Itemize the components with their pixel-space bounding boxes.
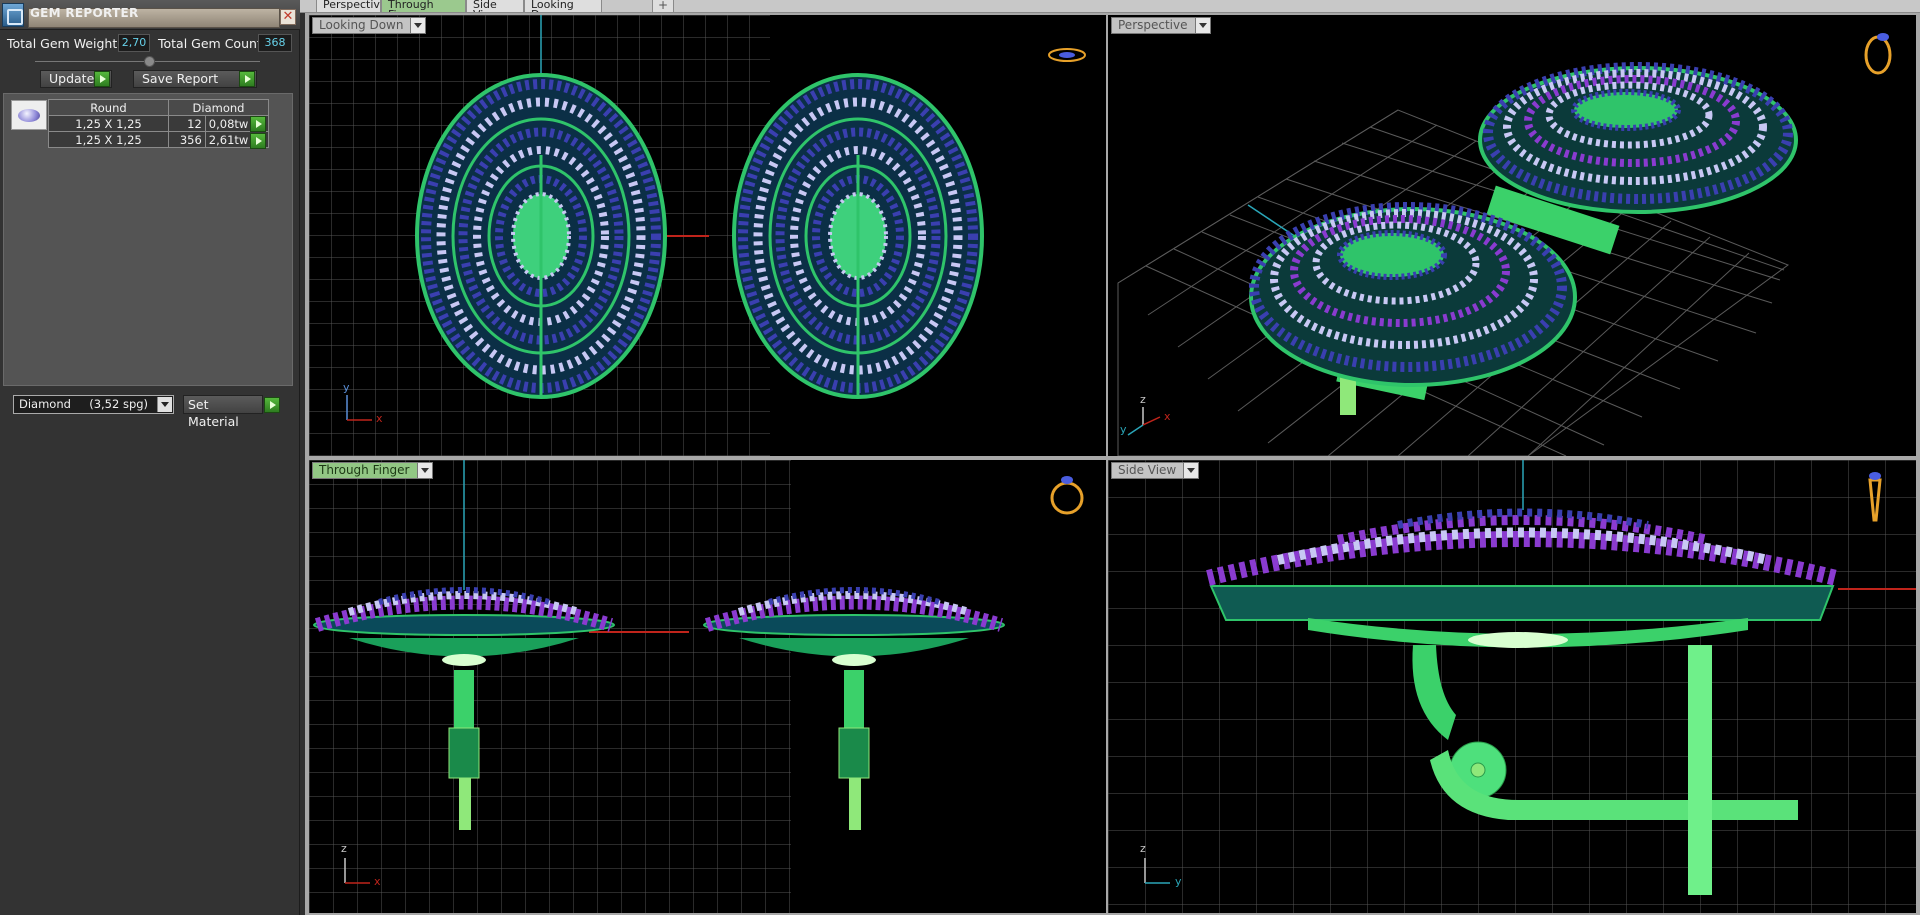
- viewport-label-perspective[interactable]: Perspective: [1111, 17, 1211, 34]
- app-window: GEM REPORTER ✕ Total Gem Weight 2,70 Tot…: [0, 0, 1920, 915]
- save-report-button[interactable]: Save Report: [133, 70, 257, 88]
- total-gem-count-label: Total Gem Count: [158, 36, 262, 51]
- save-report-button-label: Save Report: [142, 71, 219, 86]
- viewport-label-looking-down[interactable]: Looking Down: [312, 17, 427, 34]
- round-gem-icon: [11, 100, 47, 130]
- set-material-button[interactable]: Set Material: [183, 395, 280, 429]
- total-gem-weight-value: 2,70: [118, 34, 150, 52]
- update-button-label: Update: [49, 71, 95, 86]
- tab-perspective[interactable]: Perspective: [316, 0, 381, 13]
- gem-table: Round Diamond 1,25 X 1,25 12 0,08tw 1,25…: [48, 99, 270, 148]
- looking-down-scene: [309, 15, 1086, 456]
- table-row[interactable]: 1,25 X 1,25 356 2,61tw: [48, 131, 270, 148]
- chevron-down-icon[interactable]: [157, 397, 172, 412]
- gem-size: 1,25 X 1,25: [48, 115, 169, 132]
- tab-through-finger[interactable]: Through Finger: [381, 0, 466, 13]
- total-gem-weight-label: Total Gem Weight: [7, 36, 118, 51]
- through-finger-scene: [309, 460, 1084, 913]
- viewport-perspective[interactable]: z x y Perspective: [1108, 15, 1916, 456]
- header-diamond: Diamond: [168, 99, 269, 116]
- earring-left: [415, 73, 667, 399]
- ring-perspective-icon: [1864, 35, 1892, 75]
- gem-reporter-panel: GEM REPORTER ✕ Total Gem Weight 2,70 Tot…: [0, 0, 300, 915]
- perspective-scene: [1117, 33, 1892, 456]
- gem-reporter-icon: [2, 3, 24, 27]
- panel-titlebar[interactable]: GEM REPORTER ✕: [0, 0, 300, 30]
- viewport-label-text: Through Finger: [319, 463, 410, 477]
- viewport-side-view[interactable]: z y Side View: [1108, 460, 1916, 913]
- axis-label-y: y: [1120, 423, 1127, 436]
- gem-count: 356: [168, 131, 206, 148]
- stats-row: Total Gem Weight 2,70 Total Gem Count 36…: [0, 34, 300, 54]
- gem-count: 12: [168, 115, 206, 132]
- panel-title: GEM REPORTER: [30, 6, 139, 20]
- table-row[interactable]: 1,25 X 1,25 12 0,08tw: [48, 115, 270, 132]
- header-round: Round: [48, 99, 169, 116]
- viewport-label-side-view[interactable]: Side View: [1111, 462, 1200, 479]
- tab-looking-down[interactable]: Looking Down: [524, 0, 602, 13]
- viewport-label-through-finger[interactable]: Through Finger: [312, 462, 433, 479]
- viewport-area: y x Looking Down z x y Perspective z x T…: [305, 13, 1920, 915]
- set-material-button-label: Set Material: [188, 397, 239, 429]
- add-tab-icon[interactable]: +: [652, 0, 674, 13]
- update-button[interactable]: Update: [40, 70, 112, 88]
- axis-label-y: y: [343, 381, 350, 394]
- viewport-label-text: Side View: [1118, 463, 1177, 477]
- gem-size: 1,25 X 1,25: [48, 131, 169, 148]
- row-select-arrow-icon[interactable]: [250, 116, 266, 132]
- viewport-looking-down[interactable]: y x Looking Down: [309, 15, 1106, 456]
- tab-side-view[interactable]: Side View: [466, 0, 524, 13]
- gem-report-list: Round Diamond 1,25 X 1,25 12 0,08tw 1,25…: [3, 93, 293, 386]
- play-icon: [239, 71, 255, 87]
- total-gem-count-value: 368: [258, 34, 292, 52]
- material-select[interactable]: Diamond (3,52 spg): [13, 395, 174, 414]
- viewport-label-text: Looking Down: [319, 18, 404, 32]
- earring-front: [1249, 202, 1577, 415]
- splitter-handle[interactable]: [144, 56, 155, 67]
- chevron-down-icon[interactable]: [1183, 463, 1199, 478]
- row-select-arrow-icon[interactable]: [250, 133, 266, 149]
- axis-label-z: z: [1140, 842, 1146, 855]
- axis-label-z: z: [1140, 393, 1146, 406]
- axis-label-y: y: [1175, 875, 1182, 888]
- viewport-label-text: Perspective: [1118, 18, 1188, 32]
- chevron-down-icon[interactable]: [410, 18, 426, 33]
- earring-back: [1478, 62, 1798, 255]
- view-tab-strip: Perspective Through Finger Side View Loo…: [300, 0, 1920, 13]
- chevron-down-icon[interactable]: [416, 463, 432, 478]
- gem-table-header: Round Diamond: [48, 99, 269, 116]
- axis-label-z: z: [341, 842, 347, 855]
- axis-label-x: x: [1164, 410, 1171, 423]
- close-icon[interactable]: ✕: [280, 9, 296, 25]
- axis-label-x: x: [374, 875, 381, 888]
- axis-label-x: x: [376, 412, 383, 425]
- chevron-down-icon[interactable]: [1194, 18, 1210, 33]
- earring-right: [732, 73, 984, 399]
- ring-front-icon: [1050, 481, 1084, 515]
- side-view-scene: [1108, 460, 1916, 913]
- material-select-value: Diamond (3,52 spg): [19, 397, 149, 411]
- play-icon: [264, 397, 280, 413]
- play-icon: [94, 71, 110, 87]
- viewport-through-finger[interactable]: z x Through Finger: [309, 460, 1106, 913]
